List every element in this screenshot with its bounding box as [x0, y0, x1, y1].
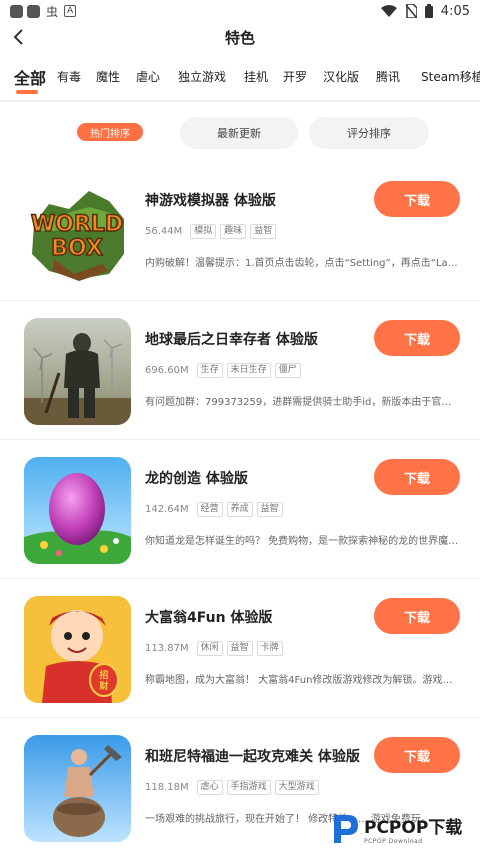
- svg-text:财: 财: [98, 680, 108, 692]
- list-item[interactable]: WORLD BOX 神游戏模拟器 体验版 56.44M 模拟 趣味 益智 内购破…: [0, 162, 480, 301]
- tab-indie[interactable]: 独立游戏: [178, 68, 226, 85]
- tag: 经营: [196, 502, 223, 517]
- svg-text:WORLD: WORLD: [31, 212, 123, 237]
- file-size: 142.64M: [145, 504, 189, 515]
- clock: 4:05: [440, 3, 470, 19]
- tag: 生存: [196, 363, 223, 378]
- sort-tabs: 热门排序 最新更新 评分排序: [0, 116, 480, 150]
- tab-tencent[interactable]: 腾讯: [376, 68, 400, 85]
- category-tabs: 全部 有毒 魔性 虐心 独立游戏 挂机 开罗 汉化版 腾讯 Steam移植: [0, 62, 480, 98]
- tab-all[interactable]: 全部: [14, 65, 46, 89]
- notification-icon: [10, 4, 23, 18]
- sort-rating[interactable]: 评分排序: [309, 117, 429, 149]
- game-meta: 56.44M 模拟 趣味 益智: [145, 224, 277, 239]
- list-item[interactable]: 招 财 大富翁4Fun 体验版 113.87M 休闲 益智 卡牌 称霸地图，成为…: [0, 579, 480, 718]
- game-meta: 113.87M 休闲 益智 卡牌: [145, 641, 283, 656]
- game-meta: 142.64M 经营 养成 益智: [145, 502, 283, 517]
- page-title: 特色: [224, 29, 255, 47]
- divider: [0, 100, 480, 102]
- a-notification-icon: A: [64, 5, 77, 17]
- game-title[interactable]: 地球最后之日幸存者 体验版: [145, 329, 318, 349]
- tag: 模拟: [190, 224, 217, 239]
- getting-over-it-icon: [24, 735, 131, 842]
- tag: 大型游戏: [274, 780, 319, 795]
- no-sim-icon: [405, 4, 417, 18]
- tag: 虐心: [196, 780, 223, 795]
- pcpop-watermark: PCPOP下载 PCPOP Download: [330, 806, 480, 852]
- game-description: 内购破解！温馨提示：1.首页点击齿轮，点击“Setting”，再点击“Langu…: [145, 258, 460, 269]
- active-tab-indicator: [16, 90, 38, 94]
- game-description: 有问题加群：799373259，进群需提供骑士助手id，新版本由于官方问题...: [145, 397, 460, 408]
- tag: 休闲: [196, 641, 223, 656]
- tag: 益智: [250, 224, 277, 239]
- tag: 趣味: [220, 224, 247, 239]
- tab-heartbreak[interactable]: 虐心: [136, 68, 160, 85]
- pcpop-logo-icon: [334, 815, 358, 843]
- download-button[interactable]: 下载: [374, 598, 460, 634]
- game-title[interactable]: 龙的创造 体验版: [145, 468, 248, 488]
- game-title[interactable]: 和班尼特福迪一起攻克难关 体验版: [145, 746, 360, 766]
- tab-magic[interactable]: 魔性: [96, 68, 120, 85]
- battery-icon: [424, 4, 433, 18]
- sort-hot[interactable]: 热门排序: [77, 123, 143, 141]
- download-button[interactable]: 下载: [374, 737, 460, 773]
- bug-notification-icon: 虫: [46, 4, 59, 19]
- dragon-egg-icon: [24, 457, 131, 564]
- tag: 益智: [226, 641, 253, 656]
- tag: 益智: [256, 502, 283, 517]
- tag: 卡牌: [256, 641, 283, 656]
- top-bar: 特色: [0, 22, 480, 52]
- watermark-text: PCPOP下载: [364, 818, 463, 838]
- list-item[interactable]: 地球最后之日幸存者 体验版 696.60M 生存 末日生存 僵尸 有问题加群：7…: [0, 301, 480, 440]
- game-title[interactable]: 神游戏模拟器 体验版: [145, 190, 276, 210]
- tag: 手指游戏: [226, 780, 271, 795]
- tag: 养成: [226, 502, 253, 517]
- tab-kairo[interactable]: 开罗: [283, 68, 307, 85]
- sort-latest[interactable]: 最新更新: [180, 117, 298, 149]
- file-size: 118.18M: [145, 782, 189, 793]
- tag: 僵尸: [274, 363, 301, 378]
- tab-idle[interactable]: 挂机: [244, 68, 268, 85]
- file-size: 56.44M: [145, 226, 183, 237]
- game-meta: 118.18M 虐心 手指游戏 大型游戏: [145, 780, 319, 795]
- notification-icon: [27, 4, 40, 18]
- game-meta: 696.60M 生存 末日生存 僵尸: [145, 363, 301, 378]
- download-button[interactable]: 下载: [374, 459, 460, 495]
- worldbox-icon: WORLD BOX: [24, 179, 131, 286]
- tab-toxic[interactable]: 有毒: [57, 68, 81, 85]
- download-button[interactable]: 下载: [374, 181, 460, 217]
- tag: 末日生存: [226, 363, 271, 378]
- list-item[interactable]: 龙的创造 体验版 142.64M 经营 养成 益智 你知道龙是怎样诞生的吗？ 免…: [0, 440, 480, 579]
- status-bar: 虫 A 4:05: [0, 0, 480, 22]
- game-title[interactable]: 大富翁4Fun 体验版: [145, 607, 272, 627]
- download-button[interactable]: 下载: [374, 320, 460, 356]
- wifi-icon: [380, 5, 397, 17]
- tab-chinese-patch[interactable]: 汉化版: [323, 68, 359, 85]
- file-size: 113.87M: [145, 643, 189, 654]
- game-description: 你知道龙是怎样诞生的吗？ 免费购物，是一款探索神秘的龙的世界魔法世...: [145, 536, 460, 547]
- watermark-subtext: PCPOP Download: [364, 838, 423, 845]
- monopoly-icon: 招 财: [24, 596, 131, 703]
- svg-text:招: 招: [99, 669, 108, 681]
- file-size: 696.60M: [145, 365, 189, 376]
- survivor-icon: [24, 318, 131, 425]
- game-description: 称霸地图，成为大富翁！ 大富翁4Fun修改版游戏修改为解锁。游戏中大...: [145, 675, 460, 686]
- svg-text:BOX: BOX: [51, 236, 103, 261]
- tab-steam-port[interactable]: Steam移植: [421, 68, 480, 85]
